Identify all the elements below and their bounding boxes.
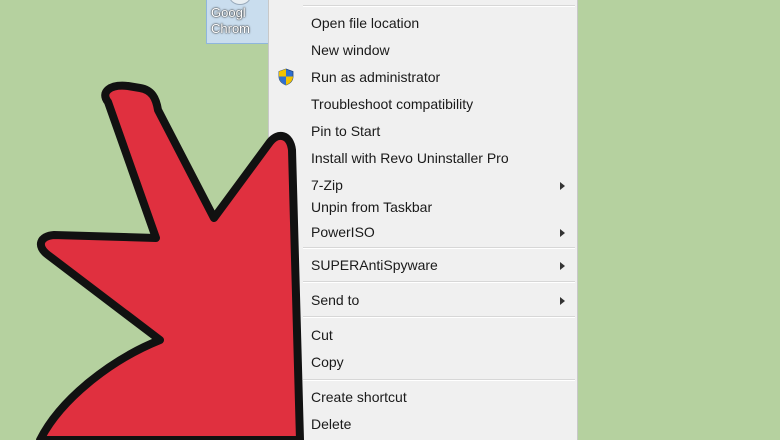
red-pointer-arrow-icon	[36, 81, 304, 440]
